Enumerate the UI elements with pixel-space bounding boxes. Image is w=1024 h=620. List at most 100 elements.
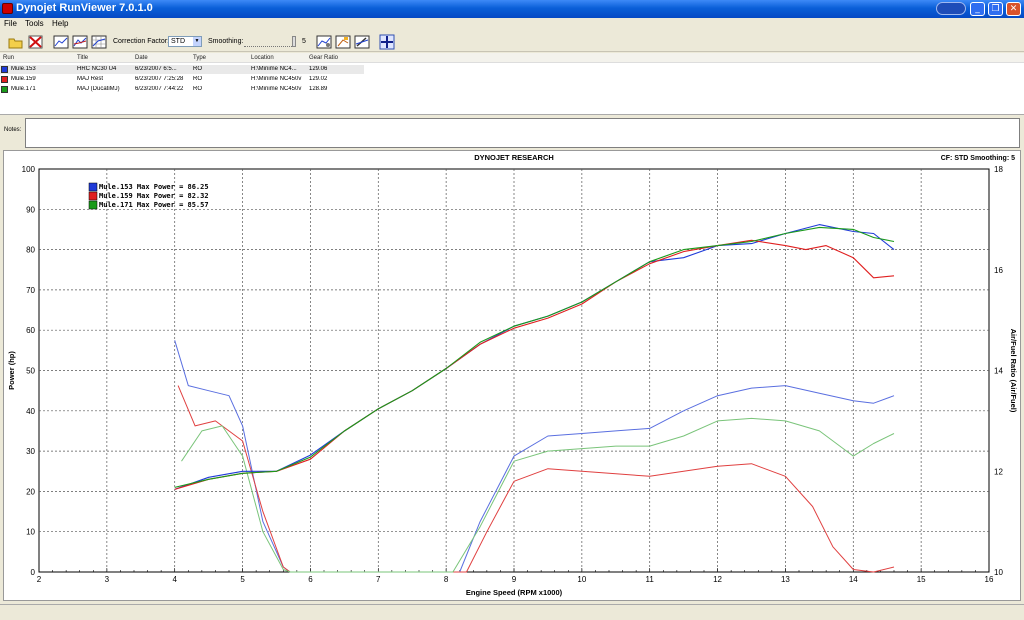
correction-factor-select[interactable]: STD ▼: [168, 36, 202, 47]
delete-icon[interactable]: [28, 34, 44, 50]
run-type: RO: [193, 86, 202, 92]
x-tick-label: 11: [646, 575, 655, 584]
column-header-type[interactable]: Type: [193, 55, 206, 61]
menu-file[interactable]: File: [4, 19, 17, 28]
x-tick-label: 2: [37, 575, 42, 584]
close-icon[interactable]: ✕: [1006, 2, 1021, 16]
y2-axis-label: Air/Fuel Ratio (Air/Fuel): [1009, 329, 1018, 413]
y-axis-label: Power (hp): [7, 351, 16, 390]
y2-tick-label: 12: [994, 467, 1003, 476]
notes-field[interactable]: [25, 118, 1020, 148]
window-pill-icon[interactable]: [936, 2, 966, 15]
crosshair-icon[interactable]: [379, 34, 395, 50]
notes-label: Notes:: [4, 127, 22, 133]
menu-help[interactable]: Help: [52, 19, 68, 28]
y-tick-label: 0: [31, 568, 36, 577]
run-gear-ratio: 129.02: [309, 76, 328, 82]
legend-entry: Mule.171 Max Power = 85.57: [99, 201, 209, 209]
run-location: H:\Minime NC450v: [251, 76, 302, 82]
run-gear-ratio: 128.89: [309, 86, 328, 92]
legend-swatch: [88, 191, 98, 201]
status-bar: [0, 604, 1024, 620]
menu-tools[interactable]: Tools: [25, 19, 44, 28]
toolbar: Correction Factor: STD ▼ Smoothing: 5: [0, 32, 1024, 52]
x-tick-label: 5: [240, 575, 245, 584]
run-name: Mule.171: [11, 86, 36, 92]
restore-icon[interactable]: ❐: [988, 2, 1003, 16]
run-title: MAJ Rest: [77, 76, 104, 82]
y2-tick-label: 18: [994, 165, 1003, 174]
y-tick-label: 10: [26, 528, 35, 537]
x-tick-label: 14: [849, 575, 858, 584]
x-tick-label: 16: [985, 575, 994, 584]
graph-settings-icon[interactable]: [316, 34, 332, 50]
column-header-date[interactable]: Date: [135, 55, 148, 61]
open-folder-icon[interactable]: [8, 34, 24, 50]
app-icon: [2, 3, 13, 14]
graph-edit-icon[interactable]: [354, 34, 370, 50]
y2-tick-label: 16: [994, 266, 1003, 275]
legend-swatch: [88, 200, 98, 210]
y-tick-label: 90: [26, 205, 35, 214]
x-tick-label: 4: [172, 575, 177, 584]
run-type: RO: [193, 66, 202, 72]
smoothing-slider[interactable]: [244, 36, 296, 47]
run-title: MAJ (DucatiMJ): [77, 86, 120, 92]
x-tick-label: 10: [577, 575, 586, 584]
y-tick-label: 50: [26, 367, 35, 376]
y-tick-label: 40: [26, 407, 35, 416]
y-tick-label: 60: [26, 326, 35, 335]
title-bar: Dynojet RunViewer 7.0.1.0 _ ❐ ✕: [0, 0, 1024, 18]
column-header-run[interactable]: Run: [3, 55, 14, 61]
x-tick-label: 7: [376, 575, 381, 584]
smoothing-slider-thumb[interactable]: [292, 36, 296, 47]
y-tick-label: 80: [26, 246, 35, 255]
x-tick-label: 6: [308, 575, 313, 584]
run-list-header: Run Title Date Type Location Gear Ratio: [0, 53, 1024, 63]
graph-paint-icon[interactable]: [335, 34, 351, 50]
table-row[interactable]: Mule.153 HRC NC30 U4 6/23/2007 6:5... RO…: [0, 65, 364, 74]
graph-overlay-icon[interactable]: [72, 34, 88, 50]
x-tick-label: 8: [444, 575, 449, 584]
correction-factor-label: Correction Factor:: [113, 38, 170, 45]
y2-tick-label: 10: [994, 568, 1003, 577]
run-color-swatch: [1, 86, 8, 93]
run-color-swatch: [1, 76, 8, 83]
smoothing-label: Smoothing:: [208, 38, 244, 45]
column-header-title[interactable]: Title: [77, 55, 88, 61]
chart-title: DYNOJET RESEARCH: [474, 153, 554, 162]
y-tick-label: 30: [26, 447, 35, 456]
menu-bar: File Tools Help: [0, 18, 1024, 30]
legend-entry: Mule.159 Max Power = 82.32: [99, 192, 209, 200]
x-tick-label: 15: [917, 575, 926, 584]
run-title: HRC NC30 U4: [77, 66, 117, 72]
run-name: Mule.153: [11, 66, 36, 72]
run-name: Mule.159: [11, 76, 36, 82]
run-date: 6/23/2007 6:5...: [135, 66, 177, 72]
run-location: H:\Minime NC450v: [251, 86, 302, 92]
x-tick-label: 3: [105, 575, 110, 584]
table-row[interactable]: Mule.171 MAJ (DucatiMJ) 6/23/2007 7:44:2…: [0, 85, 1024, 94]
window-title: Dynojet RunViewer 7.0.1.0: [16, 2, 153, 14]
chevron-down-icon[interactable]: ▼: [193, 37, 201, 46]
run-date: 6/23/2007 7:25:28: [135, 76, 184, 82]
column-header-location[interactable]: Location: [251, 55, 274, 61]
x-tick-label: 13: [781, 575, 790, 584]
chart-panel: 2 3 4 5 6 7 8 9 10 11 12 13 14 15 16 0 10 20 30 40 50 60 70 80 9…: [3, 150, 1021, 601]
legend-swatch: [88, 182, 98, 192]
run-list: Run Title Date Type Location Gear Ratio …: [0, 53, 1024, 115]
minimize-icon[interactable]: _: [970, 2, 985, 16]
x-tick-label: 12: [713, 575, 722, 584]
x-axis-label: Engine Speed (RPM x1000): [466, 588, 563, 597]
table-row[interactable]: Mule.159 MAJ Rest 6/23/2007 7:25:28 RO H…: [0, 75, 1024, 84]
dyno-chart: 2 3 4 5 6 7 8 9 10 11 12 13 14 15 16 0 10 20 30 40 50 60 70 80 9…: [7, 153, 1018, 597]
column-header-gear-ratio[interactable]: Gear Ratio: [309, 55, 338, 61]
correction-factor-value: STD: [171, 38, 185, 45]
x-tick-label: 9: [512, 575, 517, 584]
run-type: RO: [193, 76, 202, 82]
graph-grid-icon[interactable]: [91, 34, 107, 50]
graph-icon[interactable]: [53, 34, 69, 50]
run-location: H:\Minime NC4...: [251, 66, 297, 72]
legend-entry: Mule.153 Max Power = 86.25: [99, 183, 209, 191]
y2-tick-label: 14: [994, 367, 1003, 376]
